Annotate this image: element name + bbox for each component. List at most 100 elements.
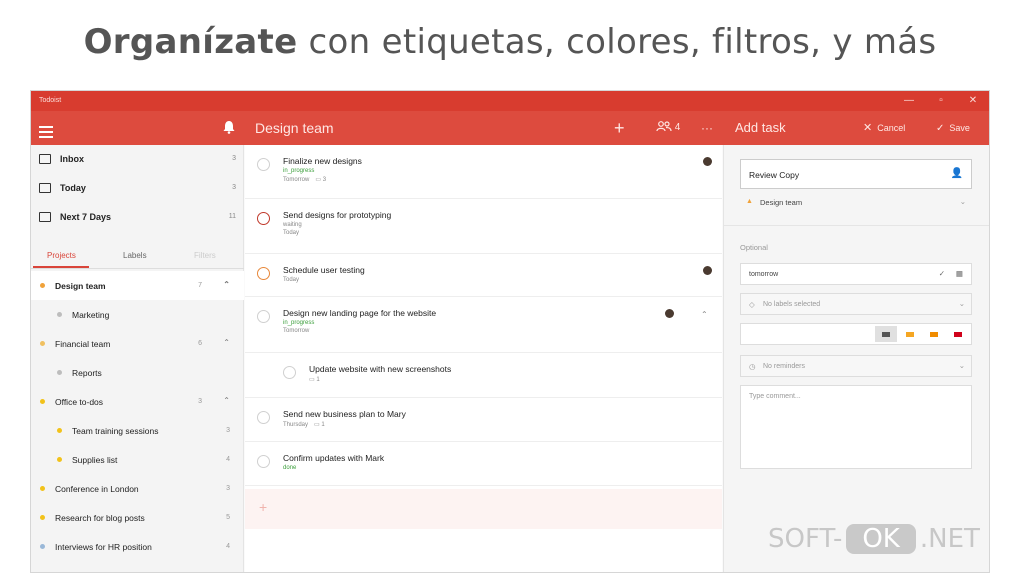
share-button[interactable]: 4 [656,111,680,145]
task-checkbox[interactable] [257,158,270,171]
chevron-up-icon[interactable]: ⌃ [701,310,708,319]
sidebar-project-item[interactable]: Team training sessions 3 [31,416,244,445]
task-checkbox[interactable] [283,366,296,379]
chevron-up-icon[interactable]: ⌃ [223,338,230,347]
due-date-field[interactable]: tomorrow ✓ ▦ [740,263,972,285]
task-due-date: Today [283,277,300,283]
task-list: Finalize new designs in_progress Tomorrow ▭… [245,145,722,572]
due-date-value: tomorrow [749,271,779,278]
tab-projects[interactable]: Projects [47,251,76,260]
task-row[interactable]: Update website with new screenshots ▭ 1 [245,353,722,398]
chevron-down-icon: ⌄ [958,299,965,308]
task-checkbox[interactable] [257,212,270,225]
project-label: Office to-dos [55,397,104,407]
sidebar-project-item[interactable]: Design team 7 ⌃ [31,271,244,300]
label-tag-icon: ◇ [749,300,755,309]
assignee-avatar[interactable] [665,309,674,318]
task-name-value: Review Copy [749,170,800,180]
comment-textarea[interactable]: Type comment... [740,385,972,469]
sidebar-project-item[interactable]: Supplies list 4 [31,445,244,474]
maximize-button[interactable]: ▫ [927,94,955,108]
task-label[interactable]: in_progress [283,168,314,174]
sidebar-project-item[interactable]: Financial team 6 ⌃ [31,329,244,358]
project-color-dot-icon [57,428,62,433]
project-label: Financial team [55,339,111,349]
priority-flag-icon[interactable] [954,332,962,337]
add-task-title: Add task [735,120,786,135]
reminders-select[interactable]: ◷ No reminders ⌄ [740,355,972,377]
filter-next-7-days[interactable]: Next 7 Days 11 [31,203,244,232]
calendar-icon[interactable]: ▦ [956,269,963,278]
task-row[interactable]: Design new landing page for the website i… [245,297,722,353]
cancel-button[interactable]: ✕ Cancel [863,111,905,145]
assign-icon[interactable]: 👤 [951,168,963,179]
alarm-icon: ◷ [749,362,756,371]
sidebar-project-item[interactable]: Office to-dos 3 ⌃ [31,387,244,416]
project-color-dot-icon [40,283,45,288]
task-row[interactable]: Finalize new designs in_progress Tomorrow ▭… [245,145,722,199]
project-count: 3 [226,485,230,492]
save-button[interactable]: ✓ Save [936,111,970,146]
notifications-bell-icon[interactable] [223,120,235,137]
task-label[interactable]: in_progress [283,320,314,326]
sidebar-project-item[interactable]: Interviews for HR position 4 [31,532,244,561]
chevron-down-icon: ⌄ [958,361,965,370]
task-title: Confirm updates with Mark [283,453,385,463]
project-color-dot-icon [57,457,62,462]
save-label: Save [949,123,970,133]
task-name-input[interactable]: Review Copy 👤 [740,159,972,189]
labels-select[interactable]: ◇ No labels selected ⌄ [740,293,972,315]
add-task-icon[interactable]: + [614,111,625,145]
priority-flag-icon[interactable] [906,332,914,337]
task-label[interactable]: done [283,465,296,471]
priority-flag-icon[interactable] [882,332,890,337]
calendar-today-icon [39,183,51,193]
add-task-panel: Review Copy 👤 ▲ Design team ⌄ Optional t… [723,145,989,572]
task-checkbox[interactable] [257,411,270,424]
checkmark-icon[interactable]: ✓ [939,269,945,278]
minimize-button[interactable]: — [895,94,923,108]
task-row[interactable]: Send new business plan to Mary Thursday ▭ … [245,398,722,442]
task-checkbox[interactable] [257,267,270,280]
sidebar-project-item[interactable]: Research for blog posts 5 [31,503,244,532]
project-count: 5 [226,514,230,521]
menu-icon[interactable] [39,123,59,141]
task-title: Finalize new designs [283,156,362,166]
sidebar-project-item[interactable]: Marketing [31,300,244,329]
quick-add-row[interactable]: + [245,489,722,529]
assignee-avatar[interactable] [703,157,712,166]
filter-label: Inbox [60,154,84,164]
project-select[interactable]: ▲ Design team ⌄ [740,193,972,213]
comment-count: 1 [321,422,325,428]
priority-flag-icon[interactable] [930,332,938,337]
project-color-dot-icon [40,486,45,491]
project-label: Marketing [72,310,110,320]
sidebar: Inbox 3 Today 3 Next 7 Days 11 Projects … [31,145,244,572]
watermark-left: SOFT- [768,524,843,554]
sidebar-project-item[interactable]: Reports [31,358,244,387]
filter-label: Today [60,183,86,193]
chevron-up-icon[interactable]: ⌃ [223,280,230,289]
reminders-placeholder: No reminders [763,363,806,370]
tab-filters[interactable]: Filters [194,251,216,260]
more-options-icon[interactable]: ··· [701,111,713,145]
project-count: 4 [226,543,230,550]
close-button[interactable]: ✕ [959,94,987,108]
task-row[interactable]: Confirm updates with Mark done [245,442,722,486]
watermark-ok: OK [846,524,916,554]
people-icon [656,121,675,133]
filter-today[interactable]: Today 3 [31,174,244,203]
tab-labels[interactable]: Labels [123,251,147,260]
filter-inbox[interactable]: Inbox 3 [31,145,244,174]
task-checkbox[interactable] [257,310,270,323]
task-row[interactable]: Schedule user testing Today [245,254,722,297]
task-checkbox[interactable] [257,455,270,468]
priority-picker [740,323,972,345]
chevron-up-icon[interactable]: ⌃ [223,396,230,405]
project-label: Interviews for HR position [55,542,152,552]
project-label: Supplies list [72,455,118,465]
task-row[interactable]: Send designs for prototyping waiting Today [245,199,722,254]
task-label[interactable]: waiting [283,222,302,228]
assignee-avatar[interactable] [703,266,712,275]
sidebar-project-item[interactable]: Conference in London 3 [31,474,244,503]
